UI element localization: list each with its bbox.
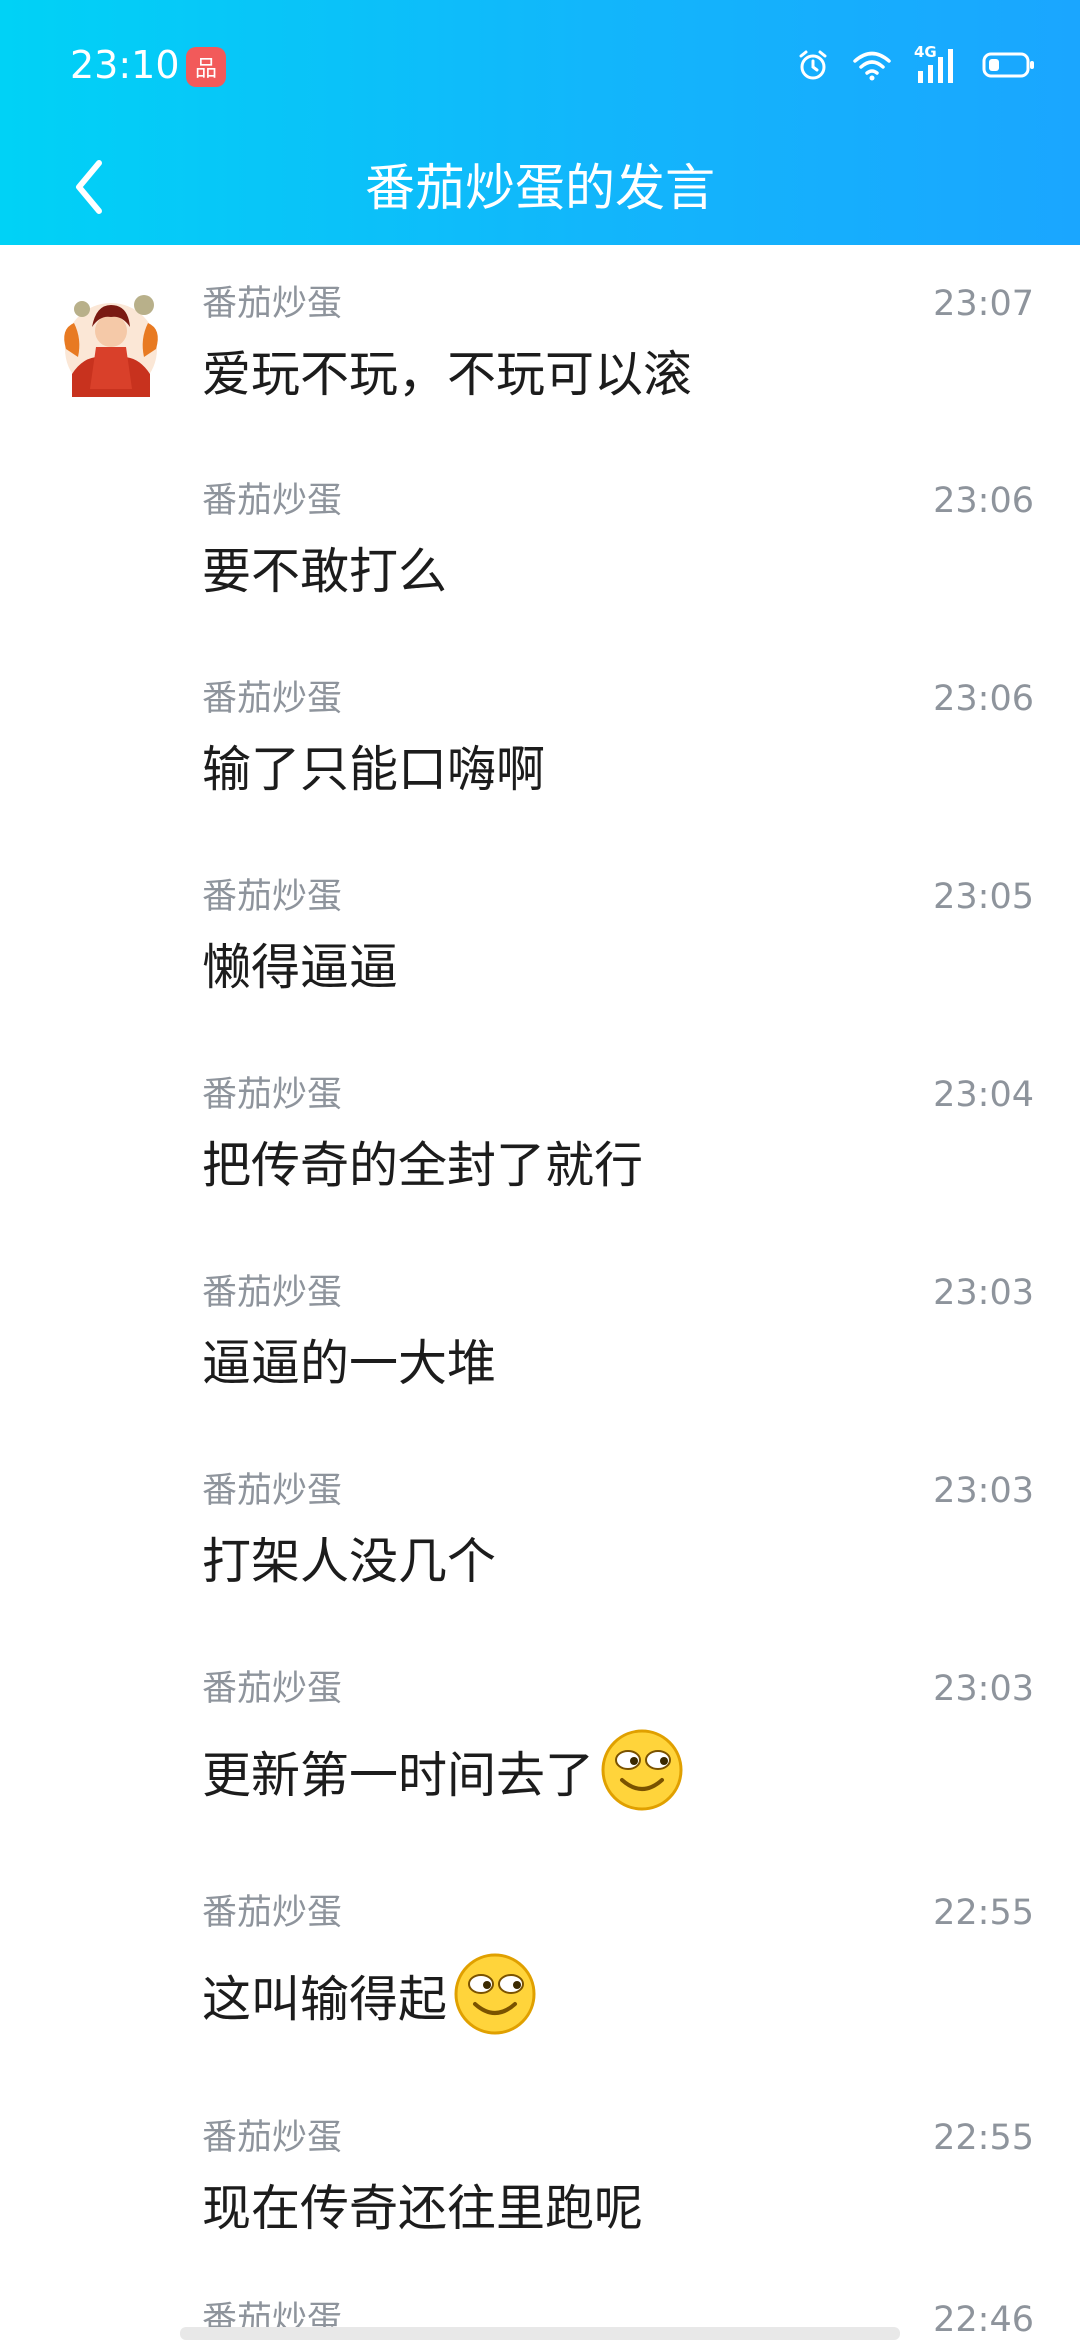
bottom-overlay-bar	[180, 2327, 900, 2340]
message-text-content: 懒得逼逼	[202, 939, 399, 996]
message-text-content: 输了只能口嗨啊	[202, 741, 546, 798]
message-text: 现在传奇还往里跑呢	[202, 2179, 643, 2239]
message-time: 22:55	[933, 1893, 1034, 1933]
message-text-content: 爱玩不玩，不玩可以滚	[202, 346, 693, 403]
message-item[interactable]: 番茄炒蛋 23:06 要不敢打么	[0, 442, 1080, 640]
message-item[interactable]: 番茄炒蛋 23:03 逼逼的一大堆	[0, 1234, 1080, 1432]
message-time: 22:46	[933, 2300, 1034, 2340]
message-text: 打架人没几个	[202, 1532, 496, 1592]
sender-name: 番茄炒蛋	[202, 1669, 343, 1709]
status-icons: 4G	[796, 42, 1036, 88]
sender-name: 番茄炒蛋	[202, 877, 343, 917]
message-time: 23:04	[933, 1075, 1034, 1115]
sender-name: 番茄炒蛋	[202, 1471, 343, 1511]
sender-name: 番茄炒蛋	[202, 2118, 343, 2158]
message-text-content: 打架人没几个	[202, 1533, 497, 1590]
message-text-content: 要不敢打么	[202, 543, 448, 600]
wifi-icon	[852, 48, 892, 82]
sly-smile-emoji-icon	[454, 1953, 536, 2035]
sender-name: 番茄炒蛋	[202, 481, 343, 521]
message-time: 22:55	[933, 2118, 1034, 2158]
message-list[interactable]: 番茄炒蛋 23:07 爱玩不玩，不玩可以滚 番茄炒蛋 23:06 要不敢打么 番…	[0, 245, 1080, 2340]
message-item[interactable]: 番茄炒蛋 22:55 这叫输得起	[0, 1854, 1080, 2079]
message-time: 23:03	[933, 1471, 1034, 1511]
back-button[interactable]	[44, 142, 134, 232]
user-avatar-icon	[64, 295, 158, 397]
message-text-content: 逼逼的一大堆	[202, 1335, 497, 1392]
message-text: 输了只能口嗨啊	[202, 740, 545, 800]
chevron-left-icon	[76, 160, 102, 214]
message-text: 爱玩不玩，不玩可以滚	[202, 345, 692, 405]
sender-name: 番茄炒蛋	[202, 1893, 343, 1933]
message-time: 23:03	[933, 1273, 1034, 1313]
message-text-content: 现在传奇还往里跑呢	[202, 2180, 644, 2237]
sly-smile-emoji-icon	[601, 1729, 683, 1811]
message-item[interactable]: 番茄炒蛋 23:03 更新第一时间去了	[0, 1630, 1080, 1854]
message-text: 把传奇的全封了就行	[202, 1136, 643, 1196]
status-bar: 23:10 品 4G	[0, 0, 1080, 132]
message-time: 23:05	[933, 877, 1034, 917]
page-title: 番茄炒蛋的发言	[365, 159, 715, 217]
app-notification-icon: 品	[186, 47, 226, 87]
sender-name: 番茄炒蛋	[202, 1075, 343, 1115]
battery-icon	[982, 50, 1036, 80]
message-text: 这叫输得起	[202, 1952, 537, 2036]
message-time: 23:03	[933, 1669, 1034, 1709]
message-item[interactable]: 番茄炒蛋 23:03 打架人没几个	[0, 1432, 1080, 1630]
message-item[interactable]: 番茄炒蛋 22:55 现在传奇还往里跑呢	[0, 2079, 1080, 2259]
message-time: 23:06	[933, 481, 1034, 521]
signal-icon: 4G	[914, 43, 960, 85]
status-time: 23:10	[70, 43, 180, 87]
sender-name: 番茄炒蛋	[202, 1273, 343, 1313]
message-time: 23:06	[933, 679, 1034, 719]
message-item[interactable]: 番茄炒蛋 23:04 把传奇的全封了就行	[0, 1036, 1080, 1234]
sender-name: 番茄炒蛋	[202, 679, 343, 719]
message-text-content: 这叫输得起	[202, 1971, 448, 2028]
message-time: 23:07	[933, 284, 1034, 324]
alarm-icon	[796, 48, 830, 82]
avatar[interactable]	[52, 279, 170, 397]
message-text: 逼逼的一大堆	[202, 1334, 496, 1394]
header-bar: 23:10 品 4G 番茄炒蛋的发言	[0, 0, 1080, 245]
message-text: 要不敢打么	[202, 542, 447, 602]
message-text-content: 更新第一时间去了	[202, 1747, 595, 1804]
message-text: 懒得逼逼	[202, 938, 398, 998]
message-text: 更新第一时间去了	[202, 1728, 684, 1812]
network-type-label: 4G	[914, 43, 937, 61]
message-item[interactable]: 番茄炒蛋 23:07 爱玩不玩，不玩可以滚	[0, 245, 1080, 442]
sender-name: 番茄炒蛋	[202, 284, 343, 324]
nav-bar: 番茄炒蛋的发言	[0, 132, 1080, 245]
message-text-content: 把传奇的全封了就行	[202, 1137, 644, 1194]
message-item[interactable]: 番茄炒蛋 23:06 输了只能口嗨啊	[0, 640, 1080, 838]
message-item[interactable]: 番茄炒蛋 23:05 懒得逼逼	[0, 838, 1080, 1036]
